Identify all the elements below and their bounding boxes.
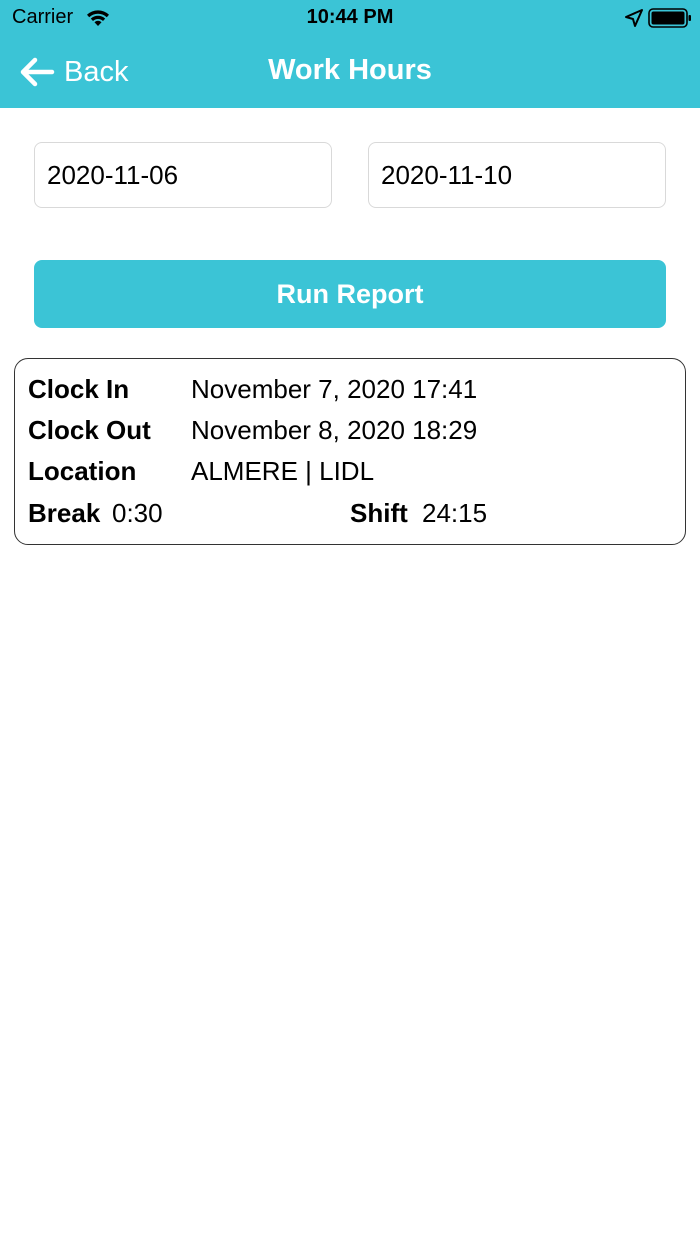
status-bar: Carrier 10:44 PM — [0, 0, 700, 36]
battery-icon — [648, 8, 691, 28]
start-date-field[interactable]: 2020-11-06 — [34, 142, 332, 208]
header: Carrier 10:44 PM Back Work Hours — [0, 0, 700, 108]
report-card: Clock In November 7, 2020 17:41 Clock Ou… — [14, 358, 686, 545]
work-hours-screen: Carrier 10:44 PM Back Work Hours 2020-11… — [0, 0, 700, 1244]
location-label: Location — [28, 456, 137, 486]
location-arrow-icon — [625, 9, 643, 27]
location-value: ALMERE | LIDL — [191, 456, 375, 486]
status-time: 10:44 PM — [306, 6, 394, 28]
run-report-button[interactable]: Run Report — [34, 260, 666, 328]
clock-in-label: Clock In — [28, 374, 130, 404]
break-value: 0:30 — [112, 498, 163, 528]
clock-out-label: Clock Out — [28, 415, 151, 445]
shift-label: Shift — [350, 498, 408, 528]
clock-out-value: November 8, 2020 18:29 — [191, 415, 478, 445]
page-title: Work Hours — [268, 54, 432, 86]
shift-value: 24:15 — [422, 498, 488, 528]
nav-bar: Back Work Hours — [0, 36, 700, 108]
break-label: Break — [28, 498, 101, 528]
end-date-field[interactable]: 2020-11-10 — [368, 142, 666, 208]
clock-in-value: November 7, 2020 17:41 — [191, 374, 478, 404]
